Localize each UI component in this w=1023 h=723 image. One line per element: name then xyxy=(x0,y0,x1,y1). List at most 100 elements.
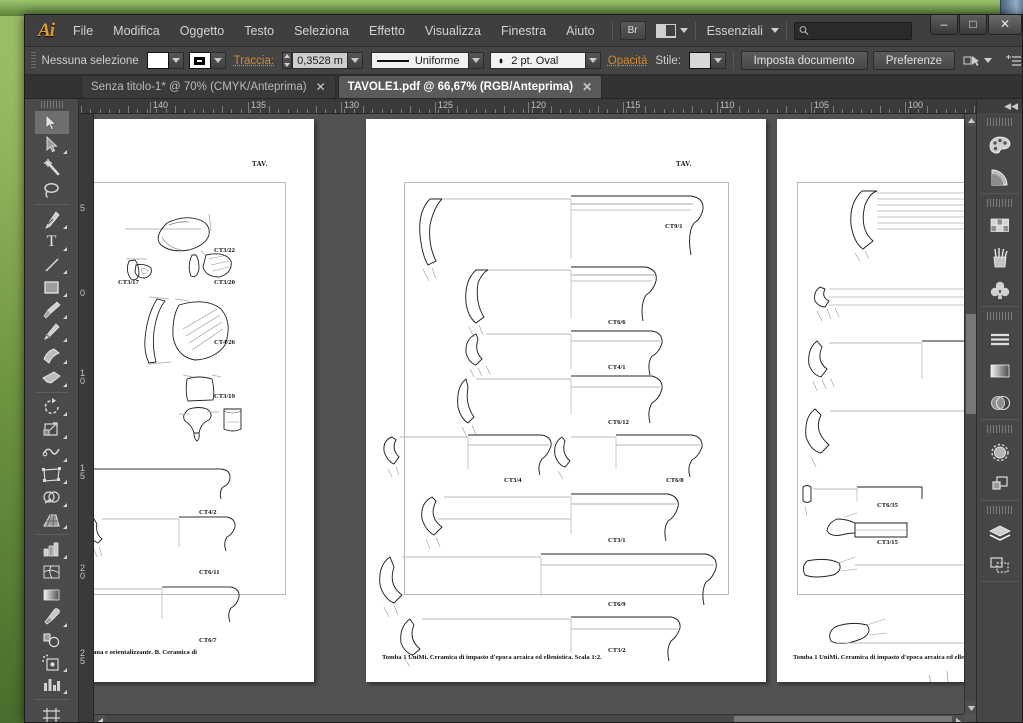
tool-eyedropper[interactable] xyxy=(35,606,69,629)
tool-blend[interactable] xyxy=(35,629,69,652)
panel-gradient[interactable] xyxy=(981,355,1019,387)
tool-column-graph[interactable] xyxy=(35,538,69,561)
document-tab-senza-titolo[interactable]: Senza titolo-1* @ 70% (CMYK/Anteprima) ✕ xyxy=(81,75,336,98)
stroke-weight-dropdown-arrow[interactable] xyxy=(348,52,364,69)
menu-aiuto[interactable]: Aiuto xyxy=(556,18,605,44)
search-field[interactable] xyxy=(793,21,912,40)
search-input[interactable] xyxy=(808,24,907,37)
dock-group-grip[interactable] xyxy=(986,312,1013,320)
brush-definition-control[interactable]: 2 pt. Oval xyxy=(490,52,602,69)
horizontal-scroll-thumb[interactable] xyxy=(734,716,964,722)
stroke-profile-control[interactable]: Uniforme xyxy=(370,52,484,69)
tool-panel-grip[interactable] xyxy=(40,101,63,108)
panel-symbols[interactable] xyxy=(981,274,1019,306)
stroke-profile-dropdown-arrow[interactable] xyxy=(468,52,484,69)
stroke-swatch[interactable] xyxy=(188,52,211,69)
tool-blob-brush[interactable] xyxy=(35,344,69,367)
artboard-viewport[interactable]: TAV. CT3/22 CT3/17 CT3/20 CT4/26 CT3/19 … xyxy=(94,114,964,714)
workspace-switcher[interactable]: Essenziali xyxy=(703,24,779,38)
opacity-label[interactable]: Opacità xyxy=(608,55,648,67)
horizontal-ruler[interactable]: 140 135 130 125 120 115 110 105 100 xyxy=(79,99,976,114)
transform-each-button[interactable] xyxy=(963,54,992,68)
close-button[interactable]: ✕ xyxy=(988,15,1022,35)
tool-selection[interactable] xyxy=(34,110,69,134)
stroke-weight-value[interactable]: 0,3528 m xyxy=(292,52,349,69)
tool-eraser[interactable] xyxy=(35,366,69,389)
tool-paintbrush[interactable] xyxy=(35,299,69,322)
stroke-weight-stepper[interactable] xyxy=(282,52,293,69)
menu-modifica[interactable]: Modifica xyxy=(103,18,170,44)
stroke-weight-label[interactable]: Traccia: xyxy=(234,55,274,67)
brush-definition-value[interactable]: 2 pt. Oval xyxy=(490,52,587,69)
tool-type[interactable]: T xyxy=(35,231,69,254)
page-left[interactable]: TAV. CT3/22 CT3/17 CT3/20 CT4/26 CT3/19 … xyxy=(94,119,314,682)
maximize-button[interactable]: □ xyxy=(959,15,987,35)
scroll-down-button[interactable] xyxy=(965,702,976,714)
brush-definition-dropdown-arrow[interactable] xyxy=(586,52,602,69)
close-icon[interactable]: ✕ xyxy=(582,80,592,94)
tool-symbol-sprayer[interactable] xyxy=(35,651,69,674)
panel-brushes[interactable] xyxy=(981,242,1019,274)
scroll-right-button[interactable] xyxy=(952,715,964,722)
tool-direct-selection[interactable] xyxy=(35,134,69,157)
tool-graph[interactable] xyxy=(35,674,69,697)
menu-testo[interactable]: Testo xyxy=(234,18,284,44)
dock-group-grip[interactable] xyxy=(986,118,1013,126)
arrange-documents-button[interactable] xyxy=(655,23,688,38)
panel-transparency[interactable] xyxy=(981,387,1019,419)
menu-finestra[interactable]: Finestra xyxy=(491,18,556,44)
tool-gradient[interactable] xyxy=(35,583,69,606)
control-bar-grip[interactable] xyxy=(31,51,36,70)
page-right[interactable]: CT4/4 CT6/35 CT3/15 Tomba 1 UniMi. Ceram… xyxy=(777,119,964,682)
fill-color-control[interactable] xyxy=(146,52,184,69)
menu-file[interactable]: File xyxy=(63,18,103,44)
scroll-left-button[interactable] xyxy=(94,715,106,722)
tool-magic-wand[interactable] xyxy=(35,156,69,179)
tool-rectangle[interactable] xyxy=(35,276,69,299)
panel-graphic-styles[interactable] xyxy=(981,468,1019,500)
tool-lasso[interactable] xyxy=(35,179,69,202)
stroke-profile-value[interactable]: Uniforme xyxy=(370,52,469,69)
tool-rotate[interactable] xyxy=(35,396,69,419)
panel-artboards[interactable] xyxy=(981,549,1019,581)
tool-mesh[interactable] xyxy=(35,561,69,584)
graphic-style-dropdown-arrow[interactable] xyxy=(710,52,726,69)
go-to-bridge-button[interactable]: Br xyxy=(619,21,646,40)
graphic-style-swatch[interactable] xyxy=(688,52,711,69)
tool-pencil[interactable] xyxy=(35,321,69,344)
tool-artboard[interactable] xyxy=(35,703,69,722)
tool-scale[interactable] xyxy=(35,418,69,441)
vertical-scroll-thumb[interactable] xyxy=(966,314,976,414)
menu-effetto[interactable]: Effetto xyxy=(359,18,415,44)
control-panel-menu-button[interactable] xyxy=(1006,54,1022,67)
stroke-weight-control[interactable]: 0,3528 m xyxy=(282,52,364,69)
dock-group-grip[interactable] xyxy=(986,199,1013,207)
tool-pen[interactable] xyxy=(35,208,69,231)
preferences-button[interactable]: Preferenze xyxy=(872,51,956,70)
tool-line-segment[interactable] xyxy=(35,253,69,276)
panel-layers[interactable] xyxy=(981,517,1019,549)
scroll-up-button[interactable] xyxy=(965,114,976,126)
tool-perspective-grid[interactable] xyxy=(35,509,69,532)
panel-stroke[interactable] xyxy=(981,323,1019,355)
panel-appearance[interactable] xyxy=(981,436,1019,468)
canvas-vertical-scrollbar[interactable] xyxy=(964,114,976,714)
document-setup-button[interactable]: Imposta documento xyxy=(740,51,868,70)
expand-panels-button[interactable]: ◀◀ xyxy=(977,99,1022,113)
vertical-ruler[interactable]: 5 0 1 0 1 5 2 0 2 5 3 0 xyxy=(79,114,94,722)
tool-shape-builder[interactable] xyxy=(35,486,69,509)
stroke-color-control[interactable] xyxy=(188,52,226,69)
panel-color-guide[interactable] xyxy=(981,161,1019,193)
document-tab-tavole1[interactable]: TAVOLE1.pdf @ 66,67% (RGB/Anteprima) ✕ xyxy=(337,75,603,98)
page-center[interactable]: TAV. CT9/1 CT6/6 CT4/1 CT6/12 CT3/4 CT6/… xyxy=(366,119,766,682)
canvas-horizontal-scrollbar[interactable] xyxy=(94,714,964,722)
minimize-button[interactable]: – xyxy=(930,15,958,35)
tool-width[interactable] xyxy=(35,441,69,464)
tool-free-transform[interactable] xyxy=(35,464,69,487)
menu-oggetto[interactable]: Oggetto xyxy=(170,18,234,44)
dock-group-grip[interactable] xyxy=(986,425,1013,433)
panel-color[interactable] xyxy=(981,129,1019,161)
menu-seleziona[interactable]: Seleziona xyxy=(284,18,359,44)
fill-swatch[interactable] xyxy=(146,52,169,69)
menu-visualizza[interactable]: Visualizza xyxy=(415,18,491,44)
